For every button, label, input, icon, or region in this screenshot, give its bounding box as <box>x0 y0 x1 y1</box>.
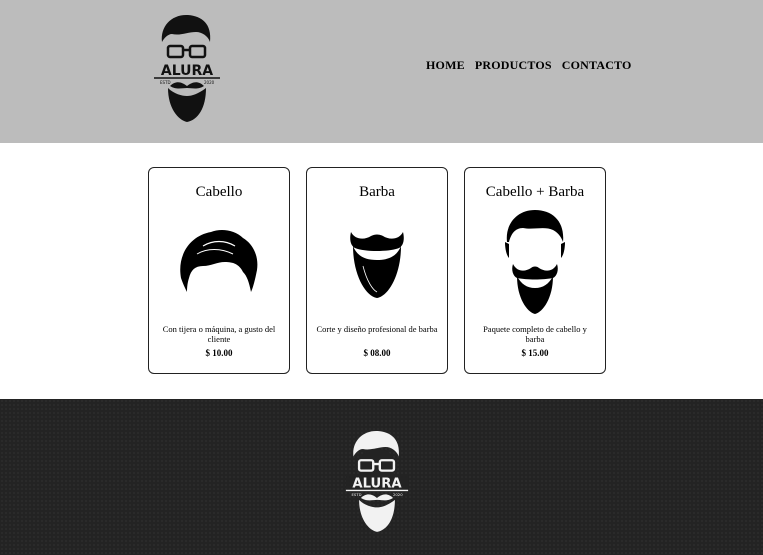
footer-brand-name: ALURA <box>352 477 402 492</box>
products-section: Cabello Con tijera o máquina, a gusto de… <box>148 167 606 374</box>
beard-icon <box>307 226 447 300</box>
barber-logo-icon: ALURA ESTD 2020 <box>154 14 220 122</box>
svg-text:2020: 2020 <box>204 80 215 85</box>
svg-text:2020: 2020 <box>393 493 403 497</box>
product-card-cabello-barba[interactable]: Cabello + Barba Paquete completo de cabe… <box>464 167 606 374</box>
product-card-cabello[interactable]: Cabello Con tijera o máquina, a gusto de… <box>148 167 290 374</box>
product-card-barba[interactable]: Barba Corte y diseño profesional de barb… <box>306 167 448 374</box>
product-description: Corte y diseño profesional de barba <box>316 324 438 334</box>
hair-icon <box>149 226 289 296</box>
footer: ALURA ESTD 2020 <box>0 399 763 555</box>
header: ALURA ESTD 2020 HOME PRODUCTOS CONTACTO <box>0 0 763 143</box>
svg-text:ESTD: ESTD <box>160 80 171 85</box>
product-title: Cabello <box>195 184 243 200</box>
barber-logo-icon: ALURA ESTD 2020 <box>345 430 409 532</box>
nav-productos-link[interactable]: PRODUCTOS <box>475 58 552 73</box>
brand-name: ALURA <box>161 63 213 79</box>
alura-logo[interactable]: ALURA ESTD 2020 <box>152 12 222 124</box>
nav-contacto-link[interactable]: CONTACTO <box>562 58 632 73</box>
product-price: $ 10.00 <box>205 348 233 358</box>
product-price: $ 08.00 <box>363 348 391 358</box>
product-description: Paquete completo de cabello y barba <box>483 324 587 344</box>
main-nav: HOME PRODUCTOS CONTACTO <box>426 58 632 73</box>
product-title: Barba <box>359 184 395 200</box>
footer-logo: ALURA ESTD 2020 <box>344 427 410 535</box>
nav-home-link[interactable]: HOME <box>426 58 465 73</box>
product-price: $ 15.00 <box>521 348 549 358</box>
product-description: Con tijera o máquina, a gusto del client… <box>162 324 276 344</box>
hair-and-beard-icon <box>465 208 605 316</box>
svg-text:ESTD: ESTD <box>352 493 362 497</box>
product-title: Cabello + Barba <box>485 184 585 200</box>
